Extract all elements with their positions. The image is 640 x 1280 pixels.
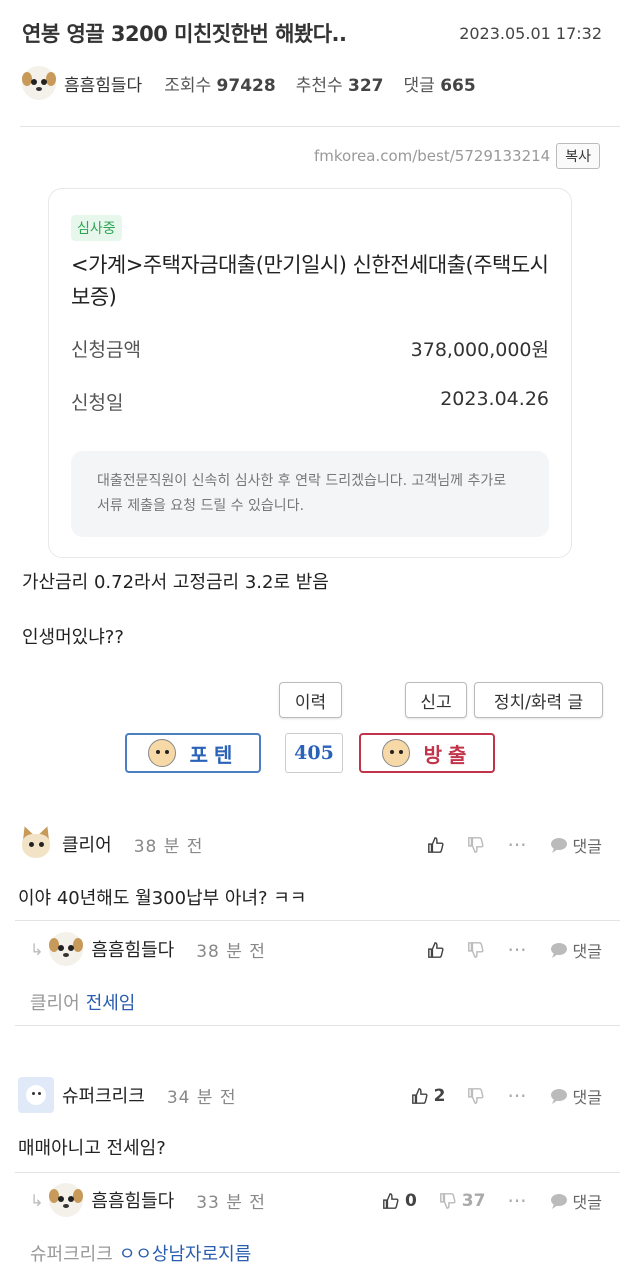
more-dots-icon[interactable]: ··· — [507, 833, 526, 857]
comment-text: 클리어 전세임 — [30, 993, 136, 1014]
loan-title: <가계>주택자금대출(만기일시) 신한전세대출(주택도시보증) — [71, 253, 549, 309]
views-count: 조회수 97428 — [164, 75, 276, 96]
user-avatar[interactable] — [18, 824, 54, 862]
thumbs-down-icon[interactable]: 37 — [439, 1191, 486, 1211]
reply-arrow-icon: ↳ — [30, 939, 44, 959]
comment-time: 34 분 전 — [166, 1087, 237, 1108]
thumbs-up-icon[interactable]: 0 — [382, 1191, 417, 1211]
author-avatar[interactable] — [22, 66, 56, 100]
reply-button[interactable]: 댓글 — [549, 1084, 602, 1108]
more-dots-icon[interactable]: ··· — [507, 1084, 526, 1108]
comment-time: 38 분 전 — [133, 836, 204, 857]
date-value: 2023.04.26 — [440, 388, 549, 410]
body-line-2: 인생머있냐?? — [22, 627, 124, 648]
up-count: 2 — [433, 1086, 446, 1106]
speech-bubble-icon — [550, 838, 567, 853]
thumbs-up-icon[interactable] — [427, 836, 445, 854]
user-avatar[interactable] — [49, 932, 84, 966]
thumbs-down-icon[interactable] — [467, 836, 485, 854]
reply-button[interactable]: 댓글 — [549, 1189, 602, 1213]
reply-mention[interactable]: 클리어 — [30, 993, 80, 1014]
status-badge: 심사중 — [71, 215, 122, 241]
more-dots-icon[interactable]: ··· — [507, 1189, 526, 1213]
date-row: 신청일 2023.04.26 — [71, 388, 549, 414]
thumbs-up-face-icon — [147, 739, 176, 767]
post-date: 2023.05.01 17:32 — [459, 23, 602, 43]
loan-card: 심사중 <가계>주택자금대출(만기일시) 신한전세대출(주택도시보증) 신청금액… — [48, 188, 572, 558]
comment-divider — [15, 1172, 620, 1173]
comment-text: 매매아니고 전세임? — [18, 1138, 166, 1159]
reply-mention[interactable]: 슈퍼크리크 — [30, 1244, 113, 1265]
author-name[interactable]: 흠흠힘들다 — [64, 71, 142, 96]
comment-divider — [15, 920, 620, 921]
thumbs-down-icon[interactable] — [467, 941, 485, 959]
history-button[interactable]: 이력 — [279, 682, 342, 718]
comment-actions: 0 37 ··· 댓글 — [382, 1189, 602, 1213]
speech-bubble-icon — [550, 943, 567, 958]
speech-bubble-icon — [550, 1194, 567, 1209]
amount-row: 신청금액 378,000,000원 — [71, 335, 549, 362]
post-meta: 흠흠힘들다 조회수 97428 추천수 327 댓글 665 — [22, 66, 602, 100]
amount-value: 378,000,000원 — [410, 339, 549, 361]
thumbs-down-icon[interactable] — [467, 1087, 485, 1105]
thumbs-up-icon[interactable]: 2 — [411, 1086, 446, 1106]
comment-divider — [15, 1025, 620, 1026]
user-avatar[interactable] — [18, 1077, 54, 1113]
comment-header: 클리어 38 분 전 — [18, 824, 204, 862]
comment-text: 슈퍼크리크 ㅇㅇ상남자로지름 — [30, 1244, 252, 1265]
comment-time: 38 분 전 — [196, 941, 266, 962]
thumbs-up-icon[interactable] — [427, 941, 445, 959]
comment-time: 33 분 전 — [196, 1192, 266, 1213]
source-url[interactable]: fmkorea.com/best/5729133214 — [314, 147, 550, 165]
copy-button[interactable]: 복사 — [556, 143, 600, 169]
user-avatar[interactable] — [49, 1183, 84, 1217]
speech-bubble-icon — [550, 1089, 567, 1104]
thumbs-down-face-icon — [381, 739, 410, 767]
comment-author[interactable]: 흠흠힘들다 — [91, 1187, 174, 1213]
report-button[interactable]: 신고 — [405, 682, 467, 718]
reply-header: ↳ 흠흠힘들다 33 분 전 — [30, 1183, 266, 1217]
reply-arrow-icon: ↳ — [30, 1190, 44, 1210]
post-title: 연봉 영끌 3200 미친짓한번 해봤다.. — [22, 22, 347, 46]
down-count: 37 — [461, 1191, 486, 1211]
body-line-1: 가산금리 0.72라서 고정금리 3.2로 받음 — [22, 572, 329, 593]
header-divider — [20, 126, 620, 127]
comment-author[interactable]: 클리어 — [62, 831, 112, 857]
comment-author[interactable]: 흠흠힘들다 — [91, 936, 174, 962]
more-dots-icon[interactable]: ··· — [507, 938, 526, 962]
comment-actions: ··· 댓글 — [427, 938, 602, 962]
comment-author[interactable]: 슈퍼크리크 — [62, 1082, 145, 1108]
vote-count: 405 — [285, 733, 343, 773]
comment-header: 슈퍼크리크 34 분 전 — [18, 1077, 237, 1113]
reply-header: ↳ 흠흠힘들다 38 분 전 — [30, 932, 266, 966]
vote-down-button[interactable]: 방출 — [359, 733, 495, 773]
post-header: 연봉 영끌 3200 미친짓한번 해봤다.. 2023.05.01 17:32 … — [22, 18, 602, 100]
likes-count: 추천수 327 — [295, 75, 384, 96]
source-row: fmkorea.com/best/5729133214 복사 — [314, 143, 600, 169]
reply-button[interactable]: 댓글 — [549, 938, 602, 962]
politics-button[interactable]: 정치/화력 글 — [474, 682, 603, 718]
comment-actions: 2 ··· 댓글 — [411, 1084, 602, 1108]
comment-actions: ··· 댓글 — [427, 833, 602, 857]
comment-text: 이야 40년해도 월300납부 아녀? ㅋㅋ — [18, 888, 307, 909]
up-count: 0 — [404, 1191, 417, 1211]
vote-up-button[interactable]: 포텐 — [125, 733, 261, 773]
notice-box: 대출전문직원이 신속히 심사한 후 연락 드리겠습니다. 고객님께 추가로 서류… — [71, 451, 549, 537]
comments-count[interactable]: 댓글 665 — [404, 71, 476, 96]
reply-button[interactable]: 댓글 — [549, 833, 602, 857]
